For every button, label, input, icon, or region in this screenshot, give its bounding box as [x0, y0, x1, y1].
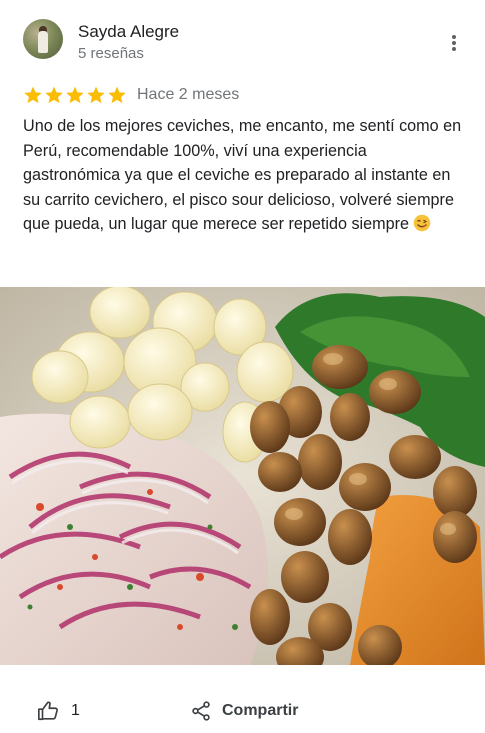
- star-icon: [45, 86, 63, 104]
- share-label: Compartir: [222, 702, 299, 719]
- star-icon: [66, 86, 84, 104]
- author-review-count: 5 reseñas: [78, 45, 144, 62]
- ceviche-photo[interactable]: [0, 287, 485, 665]
- review-text: Uno de los mejores ceviches, me encanto,…: [23, 117, 462, 234]
- avatar[interactable]: [23, 19, 63, 59]
- ceviche-illustration: [0, 287, 485, 665]
- face-savoring-food-icon: [413, 215, 431, 232]
- thumbs-up-icon: [38, 701, 58, 721]
- star-rating: [23, 85, 127, 105]
- review-header: Sayda Alegre 5 reseñas: [0, 0, 485, 80]
- star-icon: [108, 86, 126, 104]
- star-icon: [24, 86, 42, 104]
- rating-row: Hace 2 meses: [23, 84, 239, 106]
- star-icon: [87, 86, 105, 104]
- share-button[interactable]: Compartir: [190, 700, 298, 722]
- review-time: Hace 2 meses: [137, 86, 240, 103]
- review-actions: 1 Compartir: [0, 690, 485, 730]
- like-button[interactable]: 1: [37, 700, 80, 722]
- author-name[interactable]: Sayda Alegre: [78, 22, 179, 42]
- like-count: 1: [71, 702, 80, 719]
- more-options-icon[interactable]: [442, 31, 466, 55]
- review-body: Uno de los mejores ceviches, me encanto,…: [23, 114, 468, 237]
- share-icon: [192, 701, 210, 721]
